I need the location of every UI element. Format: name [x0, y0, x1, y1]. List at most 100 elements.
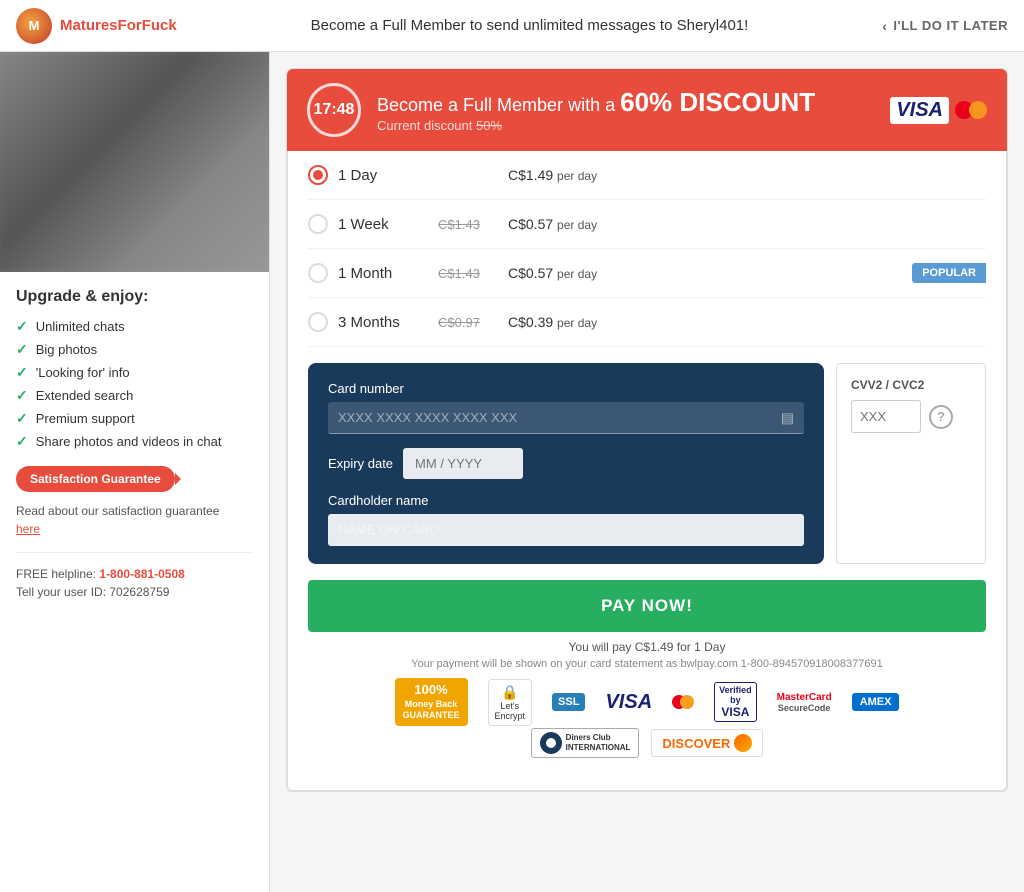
later-label: I'LL DO IT LATER [893, 18, 1008, 33]
banner-text-before: Become a Full Member with a [377, 95, 615, 115]
cvv-section: CVV2 / CVC2 ? [836, 363, 986, 564]
feature-label: Share photos and videos in chat [36, 434, 222, 449]
user-id-text: Tell your user ID: 702628759 [16, 585, 253, 599]
cvv-label: CVV2 / CVC2 [851, 378, 971, 392]
card-number-label: Card number [328, 381, 804, 396]
sidebar: Upgrade & enjoy: ✓ Unlimited chats ✓ Big… [0, 52, 270, 892]
card-number-input[interactable] [328, 402, 804, 434]
helpline-label: FREE helpline: [16, 567, 96, 581]
profile-image [0, 52, 269, 272]
plan-old-price-1month: C$1.43 [438, 266, 498, 281]
visa-badge-item: VISA [599, 684, 658, 720]
sidebar-content: Upgrade & enjoy: ✓ Unlimited chats ✓ Big… [0, 272, 269, 615]
expiry-input[interactable] [403, 448, 523, 479]
diners-inner [546, 738, 556, 748]
mastercard-logo [955, 99, 987, 121]
user-id-label: Tell your user ID: [16, 585, 106, 599]
banner-old-discount: 50% [476, 118, 502, 133]
money-back-text: Money Back [405, 699, 458, 711]
plan-1month[interactable]: 1 Month C$1.43 C$0.57 per day POPULAR [308, 249, 986, 298]
pay-info-text: You will pay C$1.49 for 1 Day [308, 640, 986, 654]
expiry-row: Expiry date [328, 448, 804, 479]
plan-name-1month: 1 Month [338, 265, 428, 282]
trust-badges: 100% Money Back GUARANTEE 🔒 Let's Encryp… [308, 684, 986, 720]
payment-logos: VISA [890, 97, 987, 124]
upgrade-title: Upgrade & enjoy: [16, 288, 253, 306]
money-back-badge: 100% Money Back GUARANTEE [389, 684, 474, 720]
pay-now-button[interactable]: PAY NOW! [308, 580, 986, 632]
discover-label: DISCOVER [662, 736, 730, 751]
logo-part3: Fuck [142, 17, 177, 34]
plan-new-price-1day: C$1.49 per day [508, 167, 986, 183]
feature-label: Big photos [36, 342, 97, 357]
plans-container: 1 Day C$1.49 per day 1 Week C$1.43 C$0.5… [287, 151, 1007, 791]
later-button[interactable]: ‹ I'LL DO IT LATER [882, 18, 1008, 34]
check-icon: ✓ [16, 341, 28, 358]
plan-name-1day: 1 Day [338, 167, 428, 184]
trust-badges-row2: Diners Club INTERNATIONAL DISCOVER [308, 728, 986, 758]
radio-1day[interactable] [308, 165, 328, 185]
cvv-help-button[interactable]: ? [929, 405, 953, 429]
visa-logo: VISA [890, 97, 949, 124]
pay-statement: Your payment will be shown on your card … [308, 658, 986, 670]
banner-sub: Current discount 50% [377, 118, 890, 133]
countdown-timer: 17:48 [307, 83, 361, 137]
card-chip-icon: ▤ [781, 410, 794, 427]
lets-encrypt-badge: 🔒 Let's Encrypt [482, 684, 539, 720]
logo-text: MaturesForFuck [60, 17, 177, 34]
banner-text: Become a Full Member with a 60% DISCOUNT… [377, 87, 890, 133]
radio-inner [313, 170, 323, 180]
logo-area: M MaturesForFuck [16, 8, 177, 44]
banner-sub-label: Current discount [377, 118, 472, 133]
mc-badge-right [680, 695, 694, 709]
plan-1week[interactable]: 1 Week C$1.43 C$0.57 per day [308, 200, 986, 249]
check-icon: ✓ [16, 364, 28, 381]
guarantee-text-content: Read about our satisfaction guarantee [16, 504, 219, 518]
cvv-row: ? [851, 400, 971, 433]
feature-unlimited-chats: ✓ Unlimited chats [16, 318, 253, 335]
amex-badge-item: AMEX [846, 684, 906, 720]
popular-badge: POPULAR [912, 263, 986, 283]
lock-icon: 🔒 [501, 684, 518, 701]
header: M MaturesForFuck Become a Full Member to… [0, 0, 1024, 52]
logo-part2: For [118, 17, 142, 34]
amex-label: AMEX [852, 693, 900, 711]
plan-old-price-1week: C$1.43 [438, 217, 498, 232]
discover-badge: DISCOVER [651, 729, 763, 757]
satisfaction-button[interactable]: Satisfaction Guarantee [16, 466, 175, 492]
plan-new-price-1month: C$0.57 per day [508, 265, 902, 281]
feature-big-photos: ✓ Big photos [16, 341, 253, 358]
radio-3months[interactable] [308, 312, 328, 332]
check-icon: ✓ [16, 410, 28, 427]
helpline-text: FREE helpline: 1-800-881-0508 [16, 567, 253, 581]
plan-new-price-3months: C$0.39 per day [508, 314, 986, 330]
mastercard-secure-badge: MasterCard SecureCode [771, 684, 838, 720]
header-message: Become a Full Member to send unlimited m… [177, 17, 883, 34]
radio-1week[interactable] [308, 214, 328, 234]
chevron-left-icon: ‹ [882, 18, 887, 34]
card-form: Card number ▤ Expiry date Cardholder nam… [308, 363, 824, 564]
cardholder-input[interactable] [328, 514, 804, 546]
diners-text: Diners Club INTERNATIONAL [566, 733, 631, 752]
mastercard-secure-text: MasterCard SecureCode [777, 692, 832, 713]
encrypt-label: Encrypt [495, 711, 526, 721]
ssl-badge: SSL [546, 684, 591, 720]
timer-value: 17:48 [314, 101, 355, 119]
banner-main: Become a Full Member with a 60% DISCOUNT [377, 87, 890, 118]
verified-visa-text: VerifiedbyVISA [714, 682, 757, 722]
satisfaction-label: Satisfaction Guarantee [30, 472, 161, 486]
visa-badge-text: VISA [605, 691, 652, 714]
content-box: 17:48 Become a Full Member with a 60% DI… [286, 68, 1008, 792]
cvv-input[interactable] [851, 400, 921, 433]
plan-name-3months: 3 Months [338, 314, 428, 331]
helpline-number: 1-800-881-0508 [99, 567, 184, 581]
radio-1month[interactable] [308, 263, 328, 283]
feature-list: ✓ Unlimited chats ✓ Big photos ✓ 'Lookin… [16, 318, 253, 450]
guarantee-link[interactable]: here [16, 522, 40, 536]
ssl-label: SSL [552, 693, 585, 711]
plan-3months[interactable]: 3 Months C$0.97 C$0.39 per day [308, 298, 986, 347]
guarantee-label: GUARANTEE [403, 710, 460, 722]
plan-1day[interactable]: 1 Day C$1.49 per day [308, 151, 986, 200]
card-number-wrapper: ▤ [328, 402, 804, 434]
feature-label: Premium support [36, 411, 135, 426]
